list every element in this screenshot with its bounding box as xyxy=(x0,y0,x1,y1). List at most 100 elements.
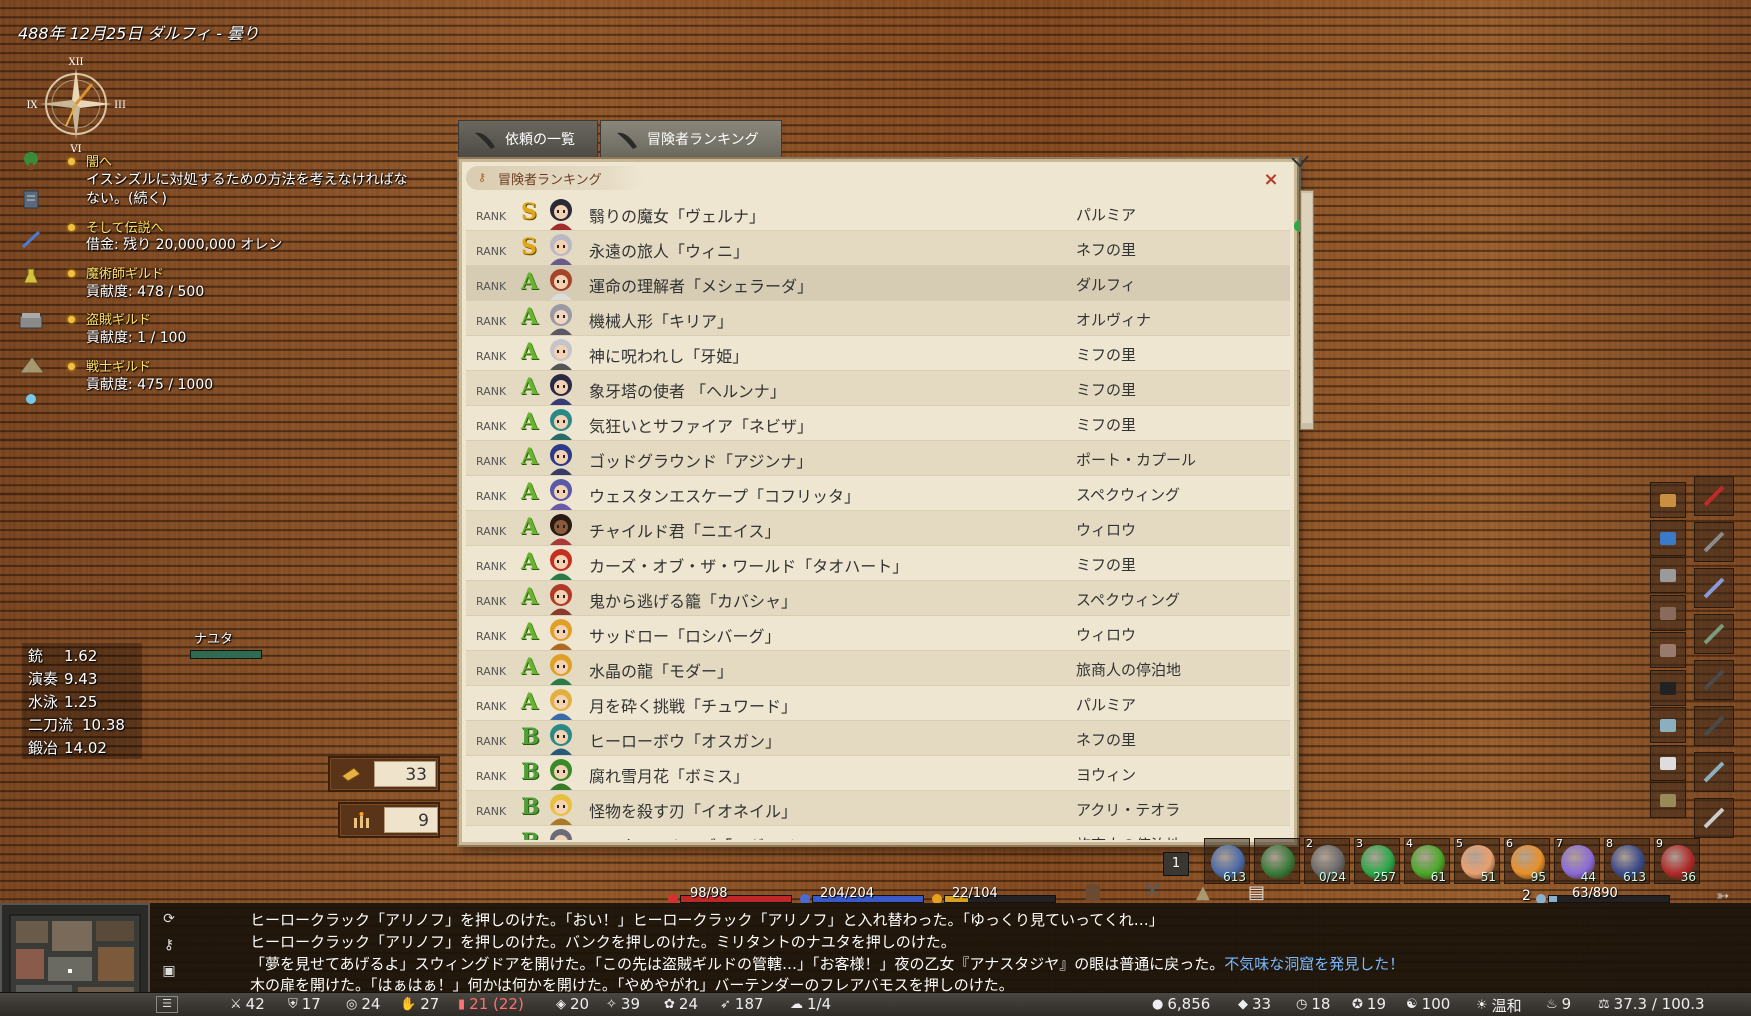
shoe-icon[interactable] xyxy=(1694,752,1734,792)
ranking-row[interactable]: RANK A ウェスタンエスケープ「コフリッタ」 スペクウィング xyxy=(466,476,1290,511)
status-dex: ✋ 27 xyxy=(400,995,439,1013)
status-value: 21 (22) xyxy=(469,995,524,1013)
status-value: 24 xyxy=(678,995,698,1013)
hotbar-wand-slot[interactable]: 2 0/24 xyxy=(1304,837,1350,884)
hunger-icon: ♨ xyxy=(1546,996,1558,1012)
key-icon[interactable]: ⚷ xyxy=(160,937,178,955)
bed-icon[interactable] xyxy=(1650,519,1686,556)
adventurer-name: 永遠の旅人「ウィニ」 xyxy=(589,242,750,261)
rank-label: RANK xyxy=(476,525,507,538)
ranking-row[interactable]: RANK A 気狂いとサファイア「ネビザ」 ミフの里 xyxy=(466,406,1290,441)
adventurer-portrait xyxy=(550,724,572,755)
life-icon: ☁ xyxy=(790,996,803,1012)
rank-grade: A xyxy=(521,514,539,540)
bag-icon[interactable] xyxy=(1650,557,1686,593)
ranking-row[interactable]: RANKBユスター・キーブ「ログルイン」旅商人の停泊地 xyxy=(466,826,1290,840)
hotbar-magic-slot[interactable]: 7 44 xyxy=(1554,837,1600,884)
ring-icon[interactable] xyxy=(1650,744,1686,781)
close-button[interactable]: × xyxy=(1262,171,1280,189)
quest-title[interactable]: 闇へ xyxy=(86,151,112,170)
quest-title[interactable]: 戦士ギルド xyxy=(86,356,151,375)
ticket-counter[interactable]: 33 xyxy=(328,756,440,792)
ranking-row[interactable]: RANK A サッドロー「ロシバーグ」 ウィロウ xyxy=(466,616,1290,651)
ranking-row[interactable]: RANK B 怪物を殺す刃「イオネイル」 アクリ・テオラ xyxy=(466,791,1290,826)
hotbar-slot-icon xyxy=(1261,845,1295,879)
hotbar-fire-slot[interactable]: 9 36 xyxy=(1654,837,1700,884)
ranking-row[interactable]: RANK A カーズ・オブ・ザ・ワールド「タオハート」 ミフの里 xyxy=(466,546,1290,581)
ranking-row[interactable]: RANK A 水晶の龍「モダー」 旅商人の停泊地 xyxy=(466,651,1290,686)
window-icon[interactable]: ▣ xyxy=(160,963,178,981)
pot-icon[interactable] xyxy=(1650,782,1686,818)
boot-icon[interactable] xyxy=(1694,798,1734,838)
adventurer-name: 運命の理解者「メシェラーダ」 xyxy=(589,277,814,296)
ring-icon[interactable] xyxy=(1650,707,1686,743)
key-icon: ⚷ xyxy=(478,171,487,184)
ranking-row[interactable]: RANK S 永遠の旅人「ウィニ」 ネフの里 xyxy=(466,231,1290,266)
hotbar-skill-slot[interactable]: 6 95 xyxy=(1504,837,1550,884)
empty-slot-icon[interactable] xyxy=(1694,660,1734,700)
rank-grade: A xyxy=(521,304,539,330)
chest-icon[interactable] xyxy=(1650,482,1686,518)
adventurer-portrait xyxy=(550,304,572,335)
menu-icon[interactable]: ☰ xyxy=(156,996,178,1013)
scrollbar-thumb[interactable] xyxy=(1302,193,1312,423)
compass-left: IX xyxy=(26,100,38,111)
hotbar-nature-skill-slot[interactable]: 4 61 xyxy=(1404,837,1450,884)
ranking-row[interactable]: RANK A 月を砕く挑戦「チュワード」 パルミア xyxy=(466,686,1290,721)
quest-title[interactable]: 魔術師ギルド xyxy=(86,263,164,282)
skill-value: 1.25 xyxy=(64,693,98,711)
tent-icon[interactable]: ▲ xyxy=(1196,882,1210,903)
ranking-row[interactable]: RANK B 腐れ雪月花「ボミス」 ヨウィン xyxy=(466,756,1290,791)
book-icon[interactable]: ▤ xyxy=(1248,882,1265,903)
armor-icon[interactable] xyxy=(1694,614,1734,654)
status-gold: ● 6,856 xyxy=(1152,995,1210,1013)
log-highlight-text: 不気味な洞窟を発見した！ xyxy=(1224,955,1405,973)
chest-icon[interactable]: ▆ xyxy=(1086,880,1100,901)
ranking-row[interactable]: RANK A 鬼から逃げる籠「カバシャ」 スペクウィング xyxy=(466,581,1290,616)
refresh-icon[interactable]: ⟳ xyxy=(160,911,178,929)
status-value: 6,856 xyxy=(1167,995,1211,1013)
hotbar-page-badge[interactable]: 1 xyxy=(1163,852,1189,876)
candle-counter[interactable]: 9 xyxy=(338,802,440,838)
hotbar-slot-number: 3 xyxy=(1356,837,1363,850)
hotbar-heal-skill-slot[interactable]: 3 257 xyxy=(1354,837,1400,884)
ranking-scrollbar[interactable] xyxy=(1300,190,1314,430)
hotbar-rod-slot[interactable]: 8 613 xyxy=(1604,837,1650,884)
hotbar-potion-slot[interactable]: 613 xyxy=(1204,838,1250,884)
bag-icon[interactable] xyxy=(1650,632,1686,668)
adventurer-location: ウィロウ xyxy=(1076,521,1137,539)
whip-icon[interactable] xyxy=(1694,568,1734,608)
hotbar-slot-count: 95 xyxy=(1530,870,1546,884)
tab-request-list[interactable]: 依頼の一覧 xyxy=(458,120,598,158)
empty-slot-icon[interactable] xyxy=(1694,706,1734,746)
ranking-row[interactable]: RANK S 翳りの魔女「ヴェルナ」 パルミア xyxy=(466,196,1290,231)
bag-icon[interactable] xyxy=(1650,594,1686,631)
hotbar-slot-number: 6 xyxy=(1506,837,1513,850)
time-icon: ◷ xyxy=(1296,996,1308,1012)
cat-icon[interactable] xyxy=(1650,669,1686,706)
ranking-row[interactable]: RANK A 運命の理解者「メシェラーダ」 ダルフィ xyxy=(466,266,1290,301)
quest-text: イスシズルに対処するための方法を考えなければな xyxy=(86,172,408,188)
ranking-row[interactable]: RANK A チャイルド君「ニエイス」 ウィロウ xyxy=(466,511,1290,546)
adventurer-portrait xyxy=(550,514,572,545)
hotbar-slot-number: 7 xyxy=(1556,837,1563,850)
feather-icon xyxy=(18,226,44,252)
ranking-row[interactable]: RANK A 神に呪われし「牙姫」 ミフの里 xyxy=(466,336,1290,371)
pickaxe-icon[interactable]: ⚒ xyxy=(1144,880,1160,901)
tab-adventurer-ranking[interactable]: 冒険者ランキング xyxy=(600,120,782,158)
ranking-row[interactable]: RANK B ヒーローボウ「オスガン」 ネフの里 xyxy=(466,721,1290,756)
quest-title[interactable]: 盗賊ギルド xyxy=(86,309,151,328)
hotbar-skill-slot[interactable]: 5 51 xyxy=(1454,837,1500,884)
rank-label: RANK xyxy=(476,280,507,293)
ranking-row[interactable]: RANK A 機械人形「キリア」 オルヴィナ xyxy=(466,301,1290,336)
ranking-row[interactable]: RANK A 象牙塔の使者 「ヘルンナ」 ミフの里 xyxy=(466,371,1290,406)
ranking-row[interactable]: RANK A ゴッドグラウンド「アジンナ」 ポート・カプール xyxy=(466,441,1290,476)
adventurer-location: ウィロウ xyxy=(1076,626,1137,644)
dagger-icon[interactable] xyxy=(1694,522,1734,562)
rank-grade: A xyxy=(521,269,539,295)
potion-icon xyxy=(18,264,44,290)
weight-fill xyxy=(1549,896,1558,902)
sword-icon[interactable] xyxy=(1694,476,1734,516)
rank-grade: A xyxy=(521,619,539,645)
hotbar-item-slot[interactable] xyxy=(1254,838,1300,884)
